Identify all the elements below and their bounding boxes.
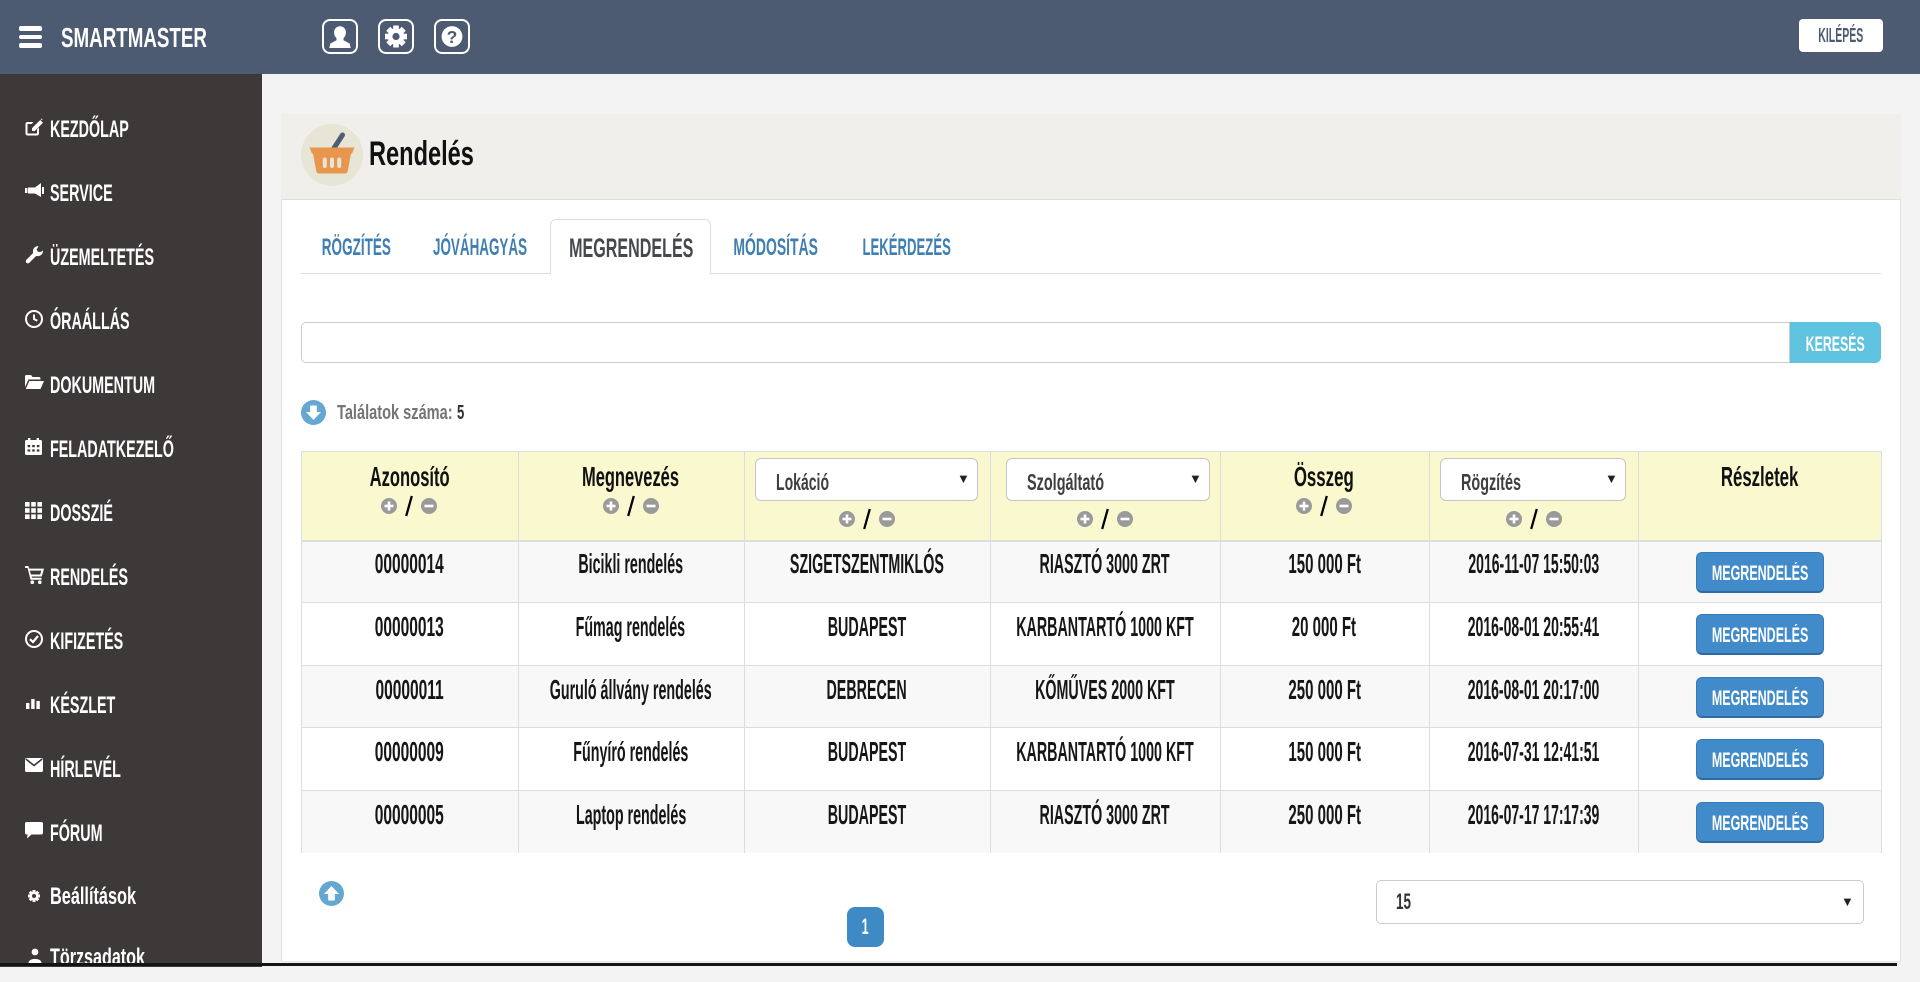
svg-text:?: ? (447, 27, 458, 47)
